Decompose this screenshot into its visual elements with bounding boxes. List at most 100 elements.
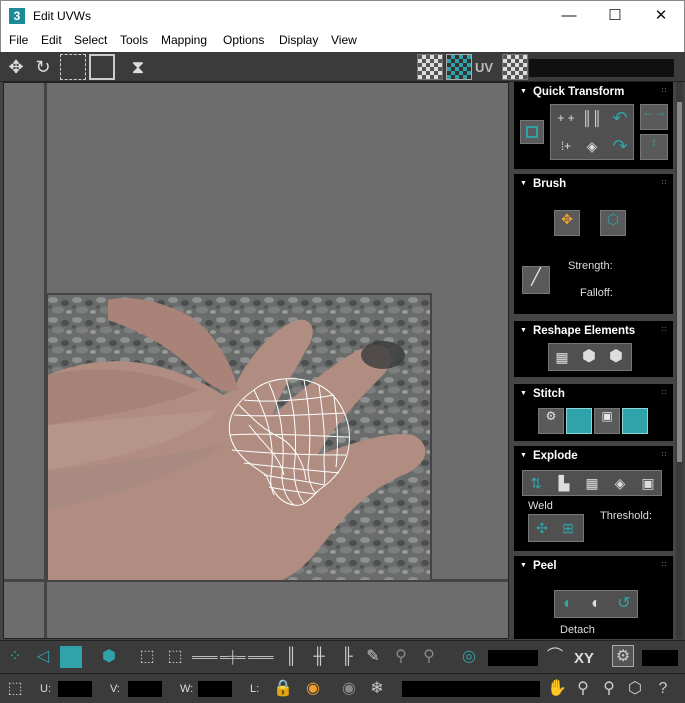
ring-shrink-icon[interactable]: ╟: [336, 646, 358, 668]
zoom-extents-icon[interactable]: ⬡: [624, 678, 646, 700]
falloff-field[interactable]: [488, 650, 538, 666]
scrollbar-thumb[interactable]: [677, 102, 682, 462]
uv-channel-label[interactable]: UV: [475, 60, 493, 75]
selection-set-field[interactable]: [402, 681, 540, 697]
pivot-icon[interactable]: [520, 120, 544, 144]
mirror-icon[interactable]: ⧗: [126, 55, 150, 79]
ring-icon[interactable]: ║: [280, 646, 302, 668]
scale-icon[interactable]: [60, 54, 86, 80]
drag-handle[interactable]: [661, 179, 667, 185]
u-field[interactable]: [58, 681, 92, 697]
paint-shrink-icon[interactable]: ⚲: [418, 646, 440, 668]
uv-mesh[interactable]: [224, 375, 354, 510]
show-hide-icon[interactable]: ◉: [302, 678, 324, 700]
explode-title[interactable]: Explode: [520, 450, 578, 462]
paint-grow-icon[interactable]: ⚲: [390, 646, 412, 668]
menu-file[interactable]: File: [9, 33, 28, 47]
maximize-button[interactable]: ☐: [592, 1, 638, 31]
pan-icon[interactable]: ✋: [546, 678, 568, 700]
rotate-icon[interactable]: ↻: [31, 55, 55, 79]
texture-dropdown[interactable]: [529, 59, 674, 77]
drag-handle[interactable]: [661, 561, 667, 567]
texel-icon[interactable]: ⚙: [612, 645, 634, 667]
loop-grow-icon[interactable]: ═╪═: [220, 646, 246, 668]
move-icon[interactable]: ✥: [4, 55, 28, 79]
texture-settings-icon[interactable]: [502, 54, 528, 80]
zoom-icon[interactable]: ⚲: [572, 678, 594, 700]
break-icon[interactable]: ⇅: [524, 471, 548, 495]
drag-handle[interactable]: [661, 326, 667, 332]
drag-handle[interactable]: [661, 451, 667, 457]
menu-edit[interactable]: Edit: [41, 33, 62, 47]
align-vertical-icon[interactable]: ⁞+: [554, 134, 578, 158]
straighten-icon[interactable]: ▦: [550, 345, 574, 369]
pixel-field[interactable]: [642, 650, 678, 666]
flatten-icon[interactable]: ⬢: [604, 345, 628, 369]
detach-edge-icon[interactable]: ▙: [552, 471, 576, 495]
menu-options[interactable]: Options: [223, 33, 264, 47]
stitch-to-source-icon[interactable]: [566, 408, 592, 434]
brush-size-icon[interactable]: ╱: [522, 266, 550, 294]
flatten-map-icon[interactable]: ▦: [580, 471, 604, 495]
quick-transform-title[interactable]: Quick Transform: [520, 86, 624, 98]
soft-select-icon[interactable]: ◎: [458, 646, 480, 668]
peel-mode-icon[interactable]: ◐: [584, 592, 608, 616]
weld-target-icon[interactable]: ✣: [530, 516, 554, 540]
menu-mapping[interactable]: Mapping: [161, 33, 207, 47]
lock-icon[interactable]: 🔒: [272, 678, 294, 700]
drag-handle[interactable]: [661, 389, 667, 395]
zoom-region-icon[interactable]: ⚲: [598, 678, 620, 700]
straighten-h-icon[interactable]: ←→: [640, 104, 668, 130]
paint-select-icon[interactable]: ✎: [362, 646, 384, 668]
brush-move-icon[interactable]: ✥: [554, 210, 580, 236]
menu-display[interactable]: Display: [279, 33, 318, 47]
weld-selected-icon[interactable]: ⊞: [556, 516, 580, 540]
loop-shrink-icon[interactable]: ═══: [248, 646, 274, 668]
drag-handle[interactable]: [661, 87, 667, 93]
close-button[interactable]: ✕: [638, 1, 684, 31]
element-select-icon[interactable]: ⬢: [98, 646, 120, 668]
xy-label[interactable]: XY: [574, 650, 594, 667]
uv-editor-viewport[interactable]: [3, 82, 509, 639]
reset-peel-icon[interactable]: ↺: [612, 592, 636, 616]
checker-map-icon[interactable]: [446, 54, 472, 80]
w-field[interactable]: [198, 681, 232, 697]
space-horizontal-icon[interactable]: ◈: [580, 134, 604, 158]
relax-icon[interactable]: ⬢: [577, 345, 601, 369]
peel-title[interactable]: Peel: [520, 560, 557, 572]
v-field[interactable]: [128, 681, 162, 697]
snap-icon[interactable]: ⬚: [4, 678, 26, 700]
space-vertical-icon[interactable]: ║║: [580, 106, 604, 130]
stitch-to-target-icon[interactable]: [622, 408, 648, 434]
freeform-icon[interactable]: [89, 54, 115, 80]
menu-select[interactable]: Select: [74, 33, 107, 47]
falloff-curve-icon[interactable]: ⌒: [544, 646, 566, 668]
straighten-v-icon[interactable]: ↕: [640, 134, 668, 160]
stitch-title[interactable]: Stitch: [520, 388, 565, 400]
stitch-custom-icon[interactable]: ⚙: [538, 408, 564, 434]
menu-view[interactable]: View: [331, 33, 357, 47]
polygon-icon[interactable]: ◈: [608, 471, 632, 495]
ring-grow-icon[interactable]: ╫: [308, 646, 330, 668]
hide-icon[interactable]: ◉: [338, 678, 360, 700]
vertex-select-icon[interactable]: ⁘: [4, 646, 26, 668]
explode-settings-icon[interactable]: ▣: [636, 471, 660, 495]
menu-tools[interactable]: Tools: [120, 33, 148, 47]
quick-peel-icon[interactable]: ◐: [556, 592, 580, 616]
checker-icon[interactable]: [417, 54, 443, 80]
reshape-title[interactable]: Reshape Elements: [520, 325, 635, 337]
freeze-icon[interactable]: ❄: [366, 678, 388, 700]
panel-scrollbar[interactable]: [676, 82, 683, 639]
help-icon[interactable]: ?: [652, 678, 674, 700]
align-horizontal-icon[interactable]: + +: [554, 106, 578, 130]
edge-select-icon[interactable]: ◁: [32, 646, 54, 668]
rotate-ccw-icon[interactable]: ↶: [608, 106, 632, 130]
shrink-select-icon[interactable]: ⬚: [164, 646, 186, 668]
minimize-button[interactable]: —: [546, 1, 592, 31]
loop-icon[interactable]: ═══: [192, 646, 218, 668]
polygon-select-icon[interactable]: [60, 646, 82, 668]
grow-select-icon[interactable]: ⬚: [136, 646, 158, 668]
stitch-to-average-icon[interactable]: ▣: [594, 408, 620, 434]
brush-title[interactable]: Brush: [520, 178, 566, 190]
rotate-cw-icon[interactable]: ↷: [608, 134, 632, 158]
